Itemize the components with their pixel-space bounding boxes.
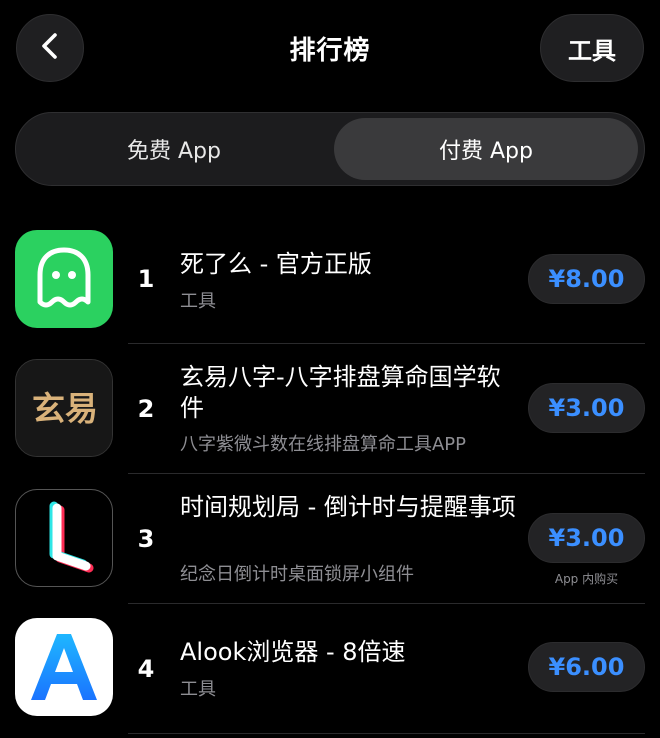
divider [128, 733, 645, 734]
tab-free-apps[interactable]: 免费 App [22, 118, 326, 180]
app-name: Alook浏览器 - 8倍速 [180, 638, 406, 666]
price-button[interactable]: ¥3.00 [528, 513, 645, 563]
xuanyi-logo: 玄易 [15, 359, 113, 457]
rank-number: 2 [137, 395, 155, 423]
list-item[interactable]: 4 Alook浏览器 - 8倍速 工具 ¥6.00 [0, 604, 660, 732]
list-item[interactable]: 3 时间规划局 - 倒计时与提醒事项 纪念日倒计时桌面锁屏小组件 ¥3.00 A… [0, 474, 660, 602]
ghost-icon [15, 230, 113, 328]
countdown-l-icon [15, 489, 113, 587]
app-name: 玄易八字-八字排盘算命国学软件 [180, 363, 501, 422]
rank-number: 4 [137, 655, 155, 683]
alook-a-icon [15, 618, 113, 716]
tools-button[interactable]: 工具 [540, 14, 644, 82]
price-button[interactable]: ¥8.00 [528, 254, 645, 304]
app-subtitle: 八字紫微斗数在线排盘算命工具APP [180, 434, 467, 455]
list-item[interactable]: 1 死了么 - 官方正版 工具 ¥8.00 [0, 214, 660, 342]
price-button[interactable]: ¥3.00 [528, 383, 645, 433]
price-segmented-control: 免费 App 付费 App [15, 112, 645, 186]
rank-number: 1 [137, 265, 155, 293]
header: 排行榜 工具 [0, 0, 660, 100]
app-name: 死了么 - 官方正版 [180, 250, 372, 278]
app-name: 时间规划局 - 倒计时与提醒事项 [180, 493, 516, 521]
ranking-page: 排行榜 工具 免费 App 付费 App 1 死了么 - 官方正版 工具 ¥8.… [0, 0, 660, 738]
app-subtitle: 纪念日倒计时桌面锁屏小组件 [180, 564, 414, 585]
price-button[interactable]: ¥6.00 [528, 642, 645, 692]
tab-paid-apps[interactable]: 付费 App [334, 118, 638, 180]
app-subtitle: 工具 [180, 291, 216, 312]
list-item[interactable]: 玄易 2 玄易八字-八字排盘算命国学软件 八字紫微斗数在线排盘算命工具APP ¥… [0, 344, 660, 472]
rank-number: 3 [137, 525, 155, 553]
svg-text:玄易: 玄易 [32, 389, 98, 428]
in-app-purchase-note: App 内购买 [554, 572, 619, 586]
app-subtitle: 工具 [180, 679, 216, 700]
